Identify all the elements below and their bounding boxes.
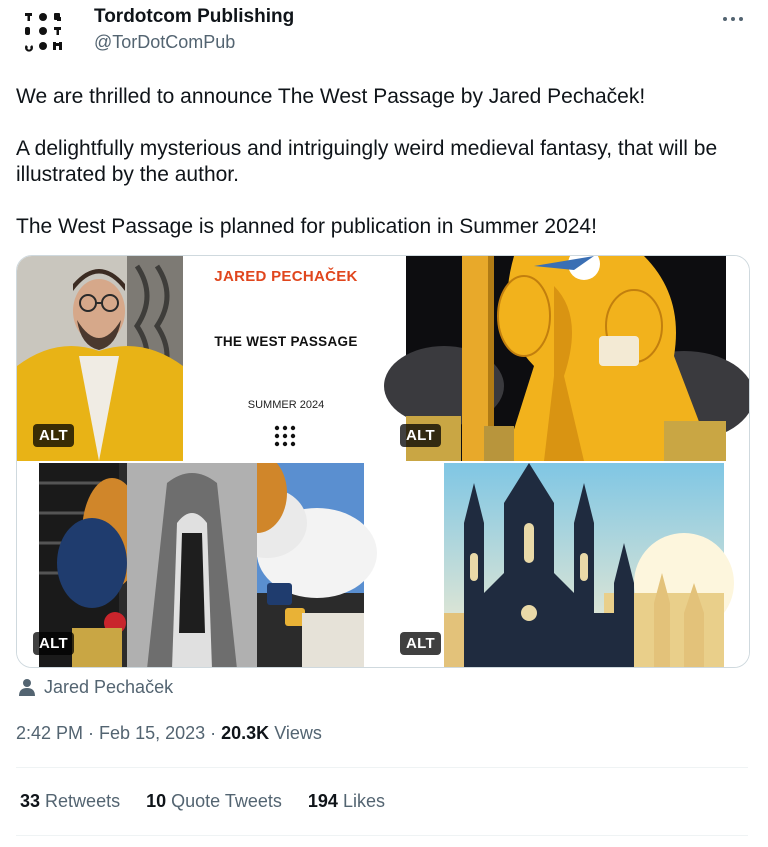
retweets-stat[interactable]: 33 Retweets xyxy=(20,791,120,812)
media-grid: JARED PECHAČEK THE WEST PASSAGE SUMMER 2… xyxy=(16,255,750,668)
person-icon xyxy=(19,679,35,696)
views-label: Views xyxy=(274,723,322,743)
divider xyxy=(16,835,748,836)
alt-badge[interactable]: ALT xyxy=(33,632,74,655)
tweet-header: Tordotcom Publishing @TorDotComPub xyxy=(16,0,752,64)
engagement-stats: 33 Retweets 10 Quote Tweets 194 Likes xyxy=(20,791,385,812)
media-image-hooded-figure[interactable]: ALT xyxy=(17,463,382,667)
meta-separator: · xyxy=(88,723,95,743)
divider xyxy=(16,767,748,768)
tweet-paragraph: The West Passage is planned for publicat… xyxy=(16,215,597,238)
cover-author: JARED PECHAČEK xyxy=(214,268,358,285)
alt-badge[interactable]: ALT xyxy=(400,424,441,447)
retweets-label: Retweets xyxy=(45,791,121,811)
tweet-meta: 2:42 PM · Feb 15, 2023 · 20.3K Views xyxy=(16,723,322,744)
tweet-text: We are thrilled to announce The West Pas… xyxy=(16,84,746,266)
meta-separator: · xyxy=(210,723,217,743)
quote-tweets-stat[interactable]: 10 Quote Tweets xyxy=(146,791,282,812)
likes-stat[interactable]: 194 Likes xyxy=(308,791,385,812)
media-image-cathedral[interactable]: ALT xyxy=(384,463,749,667)
likes-count: 194 xyxy=(307,791,338,811)
tweet-paragraph: A delightfully mysterious and intriguing… xyxy=(16,137,718,186)
retweets-count: 33 xyxy=(20,791,41,811)
views-count: 20.3K xyxy=(221,723,270,743)
more-button[interactable] xyxy=(718,6,748,32)
quotes-count: 10 xyxy=(146,791,167,811)
tweet-date[interactable]: Feb 15, 2023 xyxy=(99,723,205,744)
author-handle[interactable]: @TorDotComPub xyxy=(94,32,235,53)
avatar[interactable] xyxy=(22,8,70,56)
alt-badge[interactable]: ALT xyxy=(33,424,74,447)
media-image-gown[interactable]: ALT xyxy=(384,256,749,461)
tweet-paragraph: We are thrilled to announce The West Pas… xyxy=(16,85,646,108)
author-name[interactable]: Tordotcom Publishing xyxy=(94,6,294,28)
cover-date: SUMMER 2024 xyxy=(247,399,325,411)
media-image-announcement[interactable]: JARED PECHAČEK THE WEST PASSAGE SUMMER 2… xyxy=(17,256,382,461)
tagged-user-name[interactable]: Jared Pechaček xyxy=(44,677,173,698)
tweet-time[interactable]: 2:42 PM xyxy=(16,723,83,744)
tagged-user[interactable]: Jared Pechaček xyxy=(18,676,173,698)
likes-label: Likes xyxy=(342,791,385,811)
quotes-label: Quote Tweets xyxy=(171,791,282,811)
more-dots-icon xyxy=(723,17,743,21)
alt-badge[interactable]: ALT xyxy=(400,632,441,655)
cover-title: THE WEST PASSAGE xyxy=(214,334,358,349)
